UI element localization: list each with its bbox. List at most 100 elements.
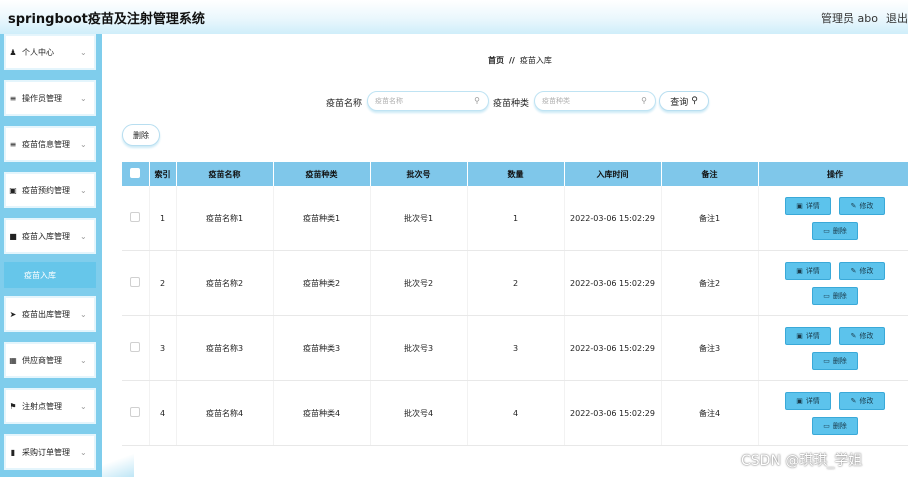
query-button[interactable]: 查询 ⚲ — [659, 91, 709, 111]
sidebar-item-operators[interactable]: ≡ 操作员管理 ⌄ — [4, 80, 96, 116]
vaccine-type-input[interactable]: 疫苗种类 ⚲ — [534, 91, 656, 111]
cell-note: 备注2 — [661, 250, 759, 316]
detail-label: 详情 — [805, 331, 820, 340]
cell-note: 备注1 — [661, 186, 759, 251]
sidebar-item-label: 供应商管理 — [22, 355, 62, 365]
sidebar-item-vaccine-booking[interactable]: ▣ 疫苗预约管理 ⌄ — [4, 172, 96, 208]
table-row: 1 疫苗名称1 疫苗种类1 批次号1 1 2022-03-06 15:02:29… — [122, 186, 908, 251]
trash-icon: ▭ — [823, 421, 830, 430]
table-header-row: 索引 疫苗名称 疫苗种类 批次号 数量 入库时间 备注 操作 — [122, 162, 908, 186]
detail-button[interactable]: ▣ 详情 — [785, 326, 831, 345]
edit-label: 修改 — [859, 331, 874, 340]
select-all-checkbox[interactable] — [130, 168, 141, 178]
table-row: 4 疫苗名称4 疫苗种类4 批次号4 4 2022-03-06 15:02:29… — [122, 380, 908, 446]
chevron-down-icon: ⌄ — [80, 355, 87, 365]
cell-batch: 批次号3 — [370, 315, 468, 381]
clipboard-icon: ▮ — [10, 447, 16, 457]
column-header: 备注 — [661, 162, 759, 186]
row-delete-button[interactable]: ▭ 删除 — [812, 416, 858, 435]
chevron-down-icon: ⌄ — [80, 139, 87, 149]
detail-icon: ▣ — [796, 201, 803, 210]
decorative-wave — [102, 449, 134, 477]
edit-button[interactable]: ✎ 修改 — [839, 261, 885, 280]
edit-label: 修改 — [859, 201, 874, 210]
trash-icon: ▭ — [823, 226, 830, 235]
column-header: 批次号 — [370, 162, 468, 186]
cell-type: 疫苗种类2 — [273, 250, 371, 316]
detail-button[interactable]: ▣ 详情 — [785, 261, 831, 280]
cell-note: 备注4 — [661, 380, 759, 446]
box-icon: ▣ — [9, 185, 17, 195]
detail-label: 详情 — [805, 201, 820, 210]
cell-batch: 批次号4 — [370, 380, 468, 446]
cell-qty: 1 — [467, 186, 565, 251]
vaccine-type-placeholder: 疫苗种类 — [542, 97, 570, 105]
query-button-label: 查询 — [670, 97, 689, 108]
breadcrumb-home[interactable]: 首页 — [488, 56, 504, 65]
sidebar-item-vaccine-info[interactable]: ≡ 疫苗信息管理 ⌄ — [4, 126, 96, 162]
column-header: 数量 — [467, 162, 565, 186]
select-all-cell — [122, 162, 150, 186]
row-checkbox[interactable] — [130, 212, 141, 222]
grid-icon: ▦ — [9, 355, 17, 365]
watermark: CSDN @琪琪_学姐 — [741, 453, 863, 469]
search-icon: ⚲ — [691, 96, 698, 106]
breadcrumb-separator: // — [509, 56, 515, 65]
cell-name: 疫苗名称3 — [176, 315, 274, 381]
cell-time: 2022-03-06 15:02:29 — [564, 380, 662, 446]
delete-label: 删除 — [832, 421, 847, 430]
cell-time: 2022-03-06 15:02:29 — [564, 186, 662, 251]
sidebar-item-label: 疫苗入库管理 — [22, 231, 70, 241]
cell-index: 2 — [149, 250, 177, 316]
sidebar-item-vaccine-stock-in[interactable]: ■ 疫苗入库管理 ⌄ — [4, 218, 96, 254]
vaccine-name-input[interactable]: 疫苗名称 ⚲ — [367, 91, 489, 111]
detail-icon: ▣ — [796, 396, 803, 405]
detail-button[interactable]: ▣ 详情 — [785, 391, 831, 410]
main-content: 首页 // 疫苗入库 疫苗名称 疫苗名称 ⚲ 疫苗种类 疫苗种类 ⚲ 查询 ⚲ 删除… — [102, 34, 908, 477]
edit-icon: ✎ — [850, 396, 857, 405]
bulk-delete-button[interactable]: 删除 — [122, 124, 160, 146]
sidebar-item-vaccine-stock-out[interactable]: ➤ 疫苗出库管理 ⌄ — [4, 296, 96, 332]
cell-index: 4 — [149, 380, 177, 446]
edit-button[interactable]: ✎ 修改 — [839, 196, 885, 215]
edit-button[interactable]: ✎ 修改 — [839, 326, 885, 345]
column-header: 入库时间 — [564, 162, 662, 186]
cell-index: 1 — [149, 186, 177, 251]
sidebar-item-suppliers[interactable]: ▦ 供应商管理 ⌄ — [4, 342, 96, 378]
sidebar-item-purchase-orders[interactable]: ▮ 采购订单管理 ⌄ — [4, 434, 96, 470]
delete-label: 删除 — [832, 226, 847, 235]
row-checkbox[interactable] — [130, 277, 141, 287]
row-delete-button[interactable]: ▭ 删除 — [812, 221, 858, 240]
list-icon: ≡ — [9, 93, 17, 103]
edit-button[interactable]: ✎ 修改 — [839, 391, 885, 410]
row-checkbox[interactable] — [130, 407, 141, 417]
sidebar-item-label: 注射点管理 — [22, 401, 62, 411]
detail-icon: ▣ — [796, 331, 803, 340]
sidebar-subitem-stock-in[interactable]: 疫苗入库 — [4, 262, 96, 288]
chevron-down-icon: ⌄ — [80, 401, 87, 411]
sidebar-item-personal-center[interactable]: ♟ 个人中心 ⌄ — [4, 34, 96, 70]
delete-label: 删除 — [832, 291, 847, 300]
chevron-down-icon: ⌄ — [80, 309, 87, 319]
logout-link[interactable]: 退出 — [886, 10, 908, 26]
cell-qty: 2 — [467, 250, 565, 316]
trash-icon: ▭ — [823, 356, 830, 365]
bag-icon: ■ — [9, 231, 17, 241]
sidebar-item-label: 个人中心 — [22, 47, 54, 57]
row-delete-button[interactable]: ▭ 删除 — [812, 351, 858, 370]
edit-label: 修改 — [859, 396, 874, 405]
row-checkbox[interactable] — [130, 342, 141, 352]
detail-button[interactable]: ▣ 详情 — [785, 196, 831, 215]
row-delete-button[interactable]: ▭ 删除 — [812, 286, 858, 305]
chevron-down-icon: ⌄ — [80, 185, 87, 195]
sidebar: ♟ 个人中心 ⌄ ≡ 操作员管理 ⌄ ≡ 疫苗信息管理 ⌄ ▣ 疫苗预约管理 ⌄… — [0, 34, 102, 477]
table-row: 3 疫苗名称3 疫苗种类3 批次号3 3 2022-03-06 15:02:29… — [122, 315, 908, 381]
detail-label: 详情 — [805, 396, 820, 405]
vaccine-name-label: 疫苗名称 — [326, 99, 363, 109]
delete-label: 删除 — [832, 356, 847, 365]
cell-batch: 批次号2 — [370, 250, 468, 316]
chevron-down-icon: ⌄ — [80, 47, 87, 57]
search-icon: ⚲ — [474, 96, 480, 105]
cell-qty: 3 — [467, 315, 565, 381]
sidebar-item-injection-points[interactable]: ⚑ 注射点管理 ⌄ — [4, 388, 96, 424]
